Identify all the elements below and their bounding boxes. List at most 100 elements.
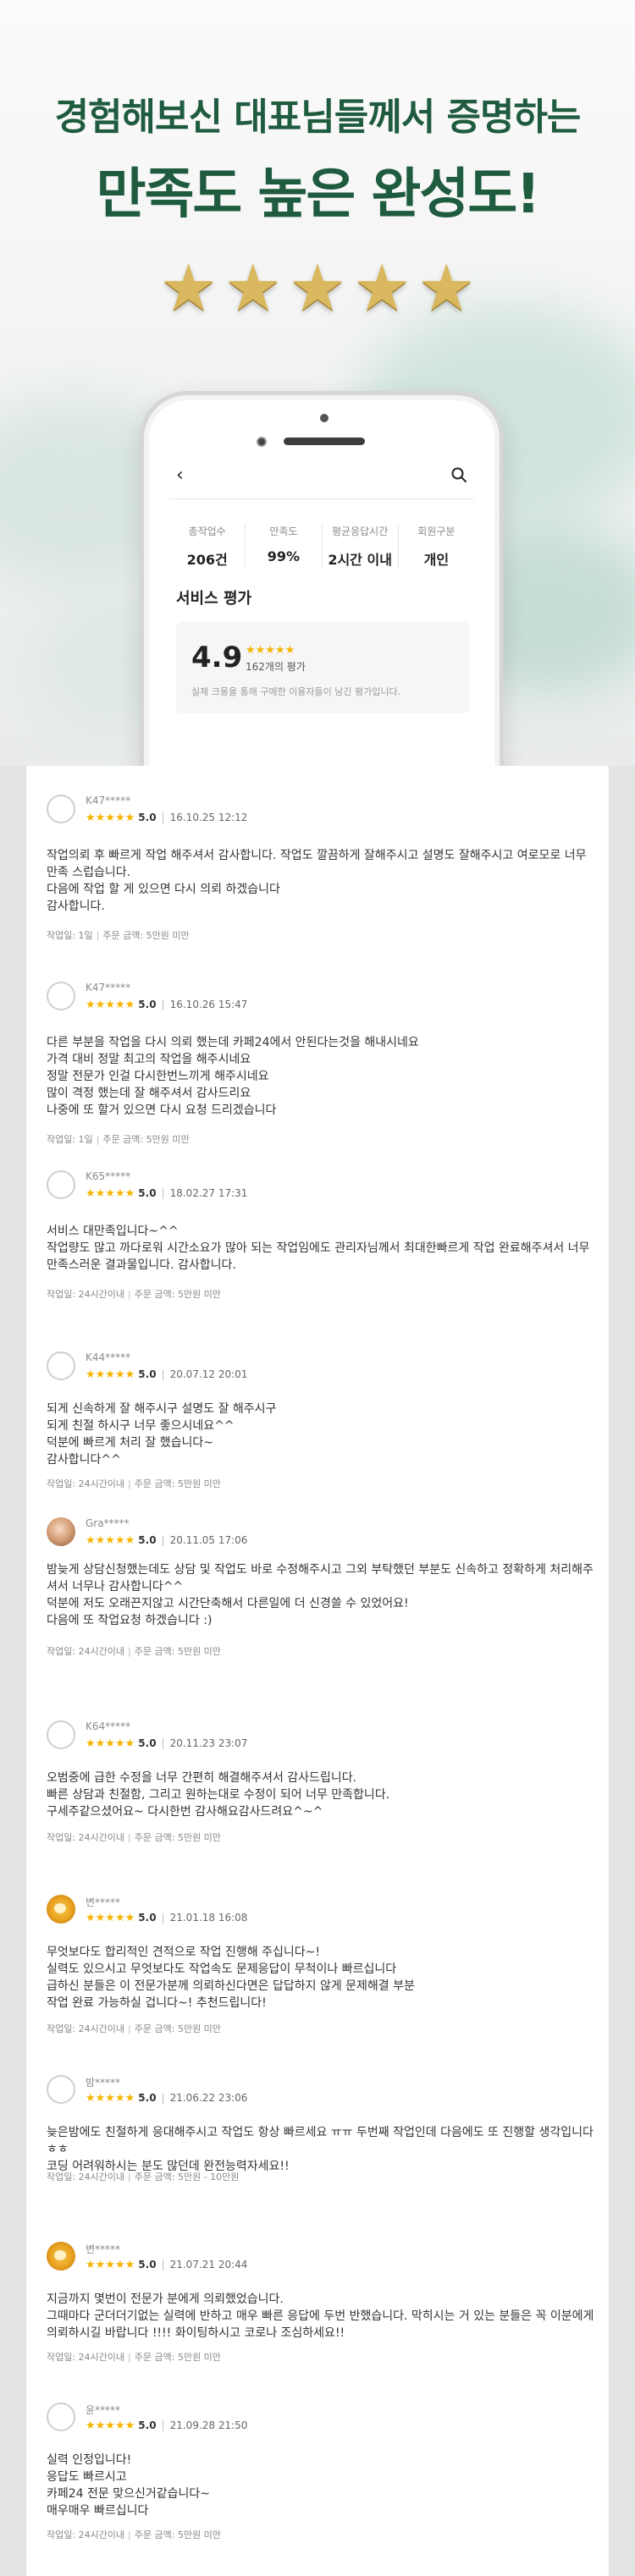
work-period: 작업일: 24시간이내 [47,1289,125,1300]
hero-headline: 경험해보신 대표님들께서 증명하는 [54,96,582,139]
star-rating-icon: ★★★★★ [86,1187,135,1200]
review-rating-line: ★★★★★ 5.0 | 20.11.05 17:06 [86,1534,247,1547]
avatar [47,1170,75,1199]
stat-response-time: 평균응답시간 2시간 이내 [321,524,398,570]
separator: | [128,2023,131,2034]
stat-total-jobs: 총작업수 206건 [169,524,245,570]
separator: | [161,999,165,1010]
review-score: 5.0 [138,1737,157,1749]
order-amount: 주문 금액: 5만원 미만 [134,2352,221,2363]
star-rating-icon: ★★★★★ [86,2092,135,2105]
review-meta: 작업일: 24시간이내 | 주문 금액: 5만원 미만 [47,2022,221,2035]
star-icon: ★ [417,250,476,325]
work-period: 작업일: 1일 [47,930,93,941]
review-score: 5.0 [138,1368,157,1380]
separator: | [161,2259,165,2271]
review-score: 5.0 [138,999,157,1010]
review-text: 실력 인정입니다! 응답도 빠르시고 카페24 전문 맞으신거같습니다~ 매우매… [47,2453,211,2518]
review-score: 5.0 [138,1534,157,1546]
stat-satisfaction: 만족도 99% [245,524,321,570]
review-rating-line: ★★★★★ 5.0 | 21.07.21 20:44 [86,2259,247,2271]
review-meta: 작업일: 24시간이내 | 주문 금액: 5만원 미만 [47,1644,221,1658]
order-amount: 주문 금액: 5만원 미만 [134,1289,221,1300]
reviewer-name: Gra***** [86,1517,130,1529]
star-rating-icon: ★★★★★ [86,1912,135,1924]
phone-screen: ‹ 총작업수 206건 만족도 99% 평균응답시간 2시간 이내 회원구분 개… [169,461,474,766]
review-date: 20.11.05 17:06 [169,1534,248,1546]
separator: | [161,1534,165,1546]
order-amount: 주문 금액: 5만원 미만 [134,1478,221,1489]
review-text: 밤늦게 상담신청했는데도 상담 및 작업도 바로 수정해주시고 그외 부탁했던 … [47,1563,594,1627]
review-meta: 작업일: 1일 | 주문 금액: 5만원 미만 [47,928,190,942]
stat-label: 회원구분 [417,526,456,537]
work-period: 작업일: 24시간이내 [47,2171,125,2182]
order-amount: 주문 금액: 5만원 미만 [134,1646,221,1657]
review-meta: 작업일: 24시간이내 | 주문 금액: 5만원 미만 [47,1477,221,1490]
lion-face [54,1903,66,1913]
front-camera-icon [257,437,267,447]
screen-navbar: ‹ [169,461,474,490]
separator: | [161,1912,165,1924]
separator: | [128,1289,131,1300]
stat-label: 총작업수 [188,526,226,537]
separator: | [161,2419,165,2431]
section-title: 서비스 평가 [176,590,252,608]
avatar [47,1895,75,1924]
review-date: 21.09.28 21:50 [169,2419,248,2431]
reviewer-name: 변***** [86,1896,121,1908]
reviewer-name: 변***** [86,2243,121,2255]
search-icon[interactable] [450,466,467,483]
avatar [47,2403,75,2431]
review-score: 5.0 [138,812,157,823]
review-score: 5.0 [138,1187,157,1199]
camera-icon [320,414,329,422]
hero-banner: 경험해보신 대표님들께서 증명하는 만족도 높은 완성도! ★ ★ ★ ★ ★ ‹ 총작… [0,0,635,766]
avatar [47,1351,75,1380]
review-rating-line: ★★★★★ 5.0 | 20.07.12 20:01 [86,1368,247,1381]
order-amount: 주문 금액: 5만원 미만 [102,930,190,941]
review-date: 16.10.26 15:47 [169,999,248,1010]
stat-value: 99% [267,548,301,564]
review-meta: 작업일: 24시간이내 | 주문 금액: 5만원 미만 [47,2350,221,2364]
review-text: 다른 부분을 작업을 다시 의뢰 했는데 카페24에서 안된다는것을 해내시네요… [47,1036,419,1117]
review-rating-line: ★★★★★ 5.0 | 21.06.22 23:06 [86,2092,247,2105]
star-rating-icon: ★★★★★ [86,2419,135,2432]
stat-value: 2시간 이내 [328,552,392,568]
review-text: 오범중에 급한 수정을 너무 간편히 해결해주셔서 감사드립니다. 빠른 상담과… [47,1771,390,1819]
separator: | [128,2352,131,2363]
review-text: 작업의뢰 후 빠르게 작업 해주셔서 감사합니다. 작업도 깔끔하게 잘해주시고… [47,849,587,913]
review-date: 21.07.21 20:44 [169,2259,248,2271]
review-text: 지금까지 몇번이 전문가 분에게 의뢰했었습니다. 그때마다 군더더기없는 실력… [47,2293,594,2340]
star-icon: ★ [353,250,411,325]
separator: | [128,2529,131,2540]
review-rating-line: ★★★★★ 5.0 | 16.10.26 15:47 [86,999,247,1011]
divider [169,498,474,499]
review-score: 5.0 [138,1912,157,1924]
separator: | [161,812,165,823]
reviewer-name: K47***** [86,795,131,806]
rating-stars-icon: ★★★★★ [246,644,295,657]
separator: | [161,1737,165,1749]
avatar [47,2075,75,2104]
separator: | [96,1134,100,1145]
back-arrow-icon[interactable]: ‹ [176,465,184,486]
review-rating-line: ★★★★★ 5.0 | 20.11.23 23:07 [86,1737,247,1750]
work-period: 작업일: 24시간이내 [47,2352,125,2363]
star-rating-icon: ★★★★★ [86,812,135,824]
separator: | [128,1478,131,1489]
review-meta: 작업일: 1일 | 주문 금액: 5만원 미만 [47,1132,190,1146]
avatar [47,2242,75,2271]
review-date: 21.01.18 16:08 [169,1912,248,1924]
lion-face [54,2250,66,2260]
work-period: 작업일: 24시간이내 [47,1478,125,1489]
review-score: 5.0 [138,2259,157,2271]
star-icon: ★ [288,250,347,325]
order-amount: 주문 금액: 5만원 미만 [134,1832,221,1843]
reviewer-name: 밤***** [86,2077,121,2089]
separator: | [161,1187,165,1199]
review-rating-line: ★★★★★ 5.0 | 16.10.25 12:12 [86,812,247,824]
star-icon: ★ [159,250,218,325]
work-period: 작업일: 24시간이내 [47,2529,125,2540]
avatar [47,795,75,823]
hero-star-rating: ★ ★ ★ ★ ★ [0,254,635,322]
